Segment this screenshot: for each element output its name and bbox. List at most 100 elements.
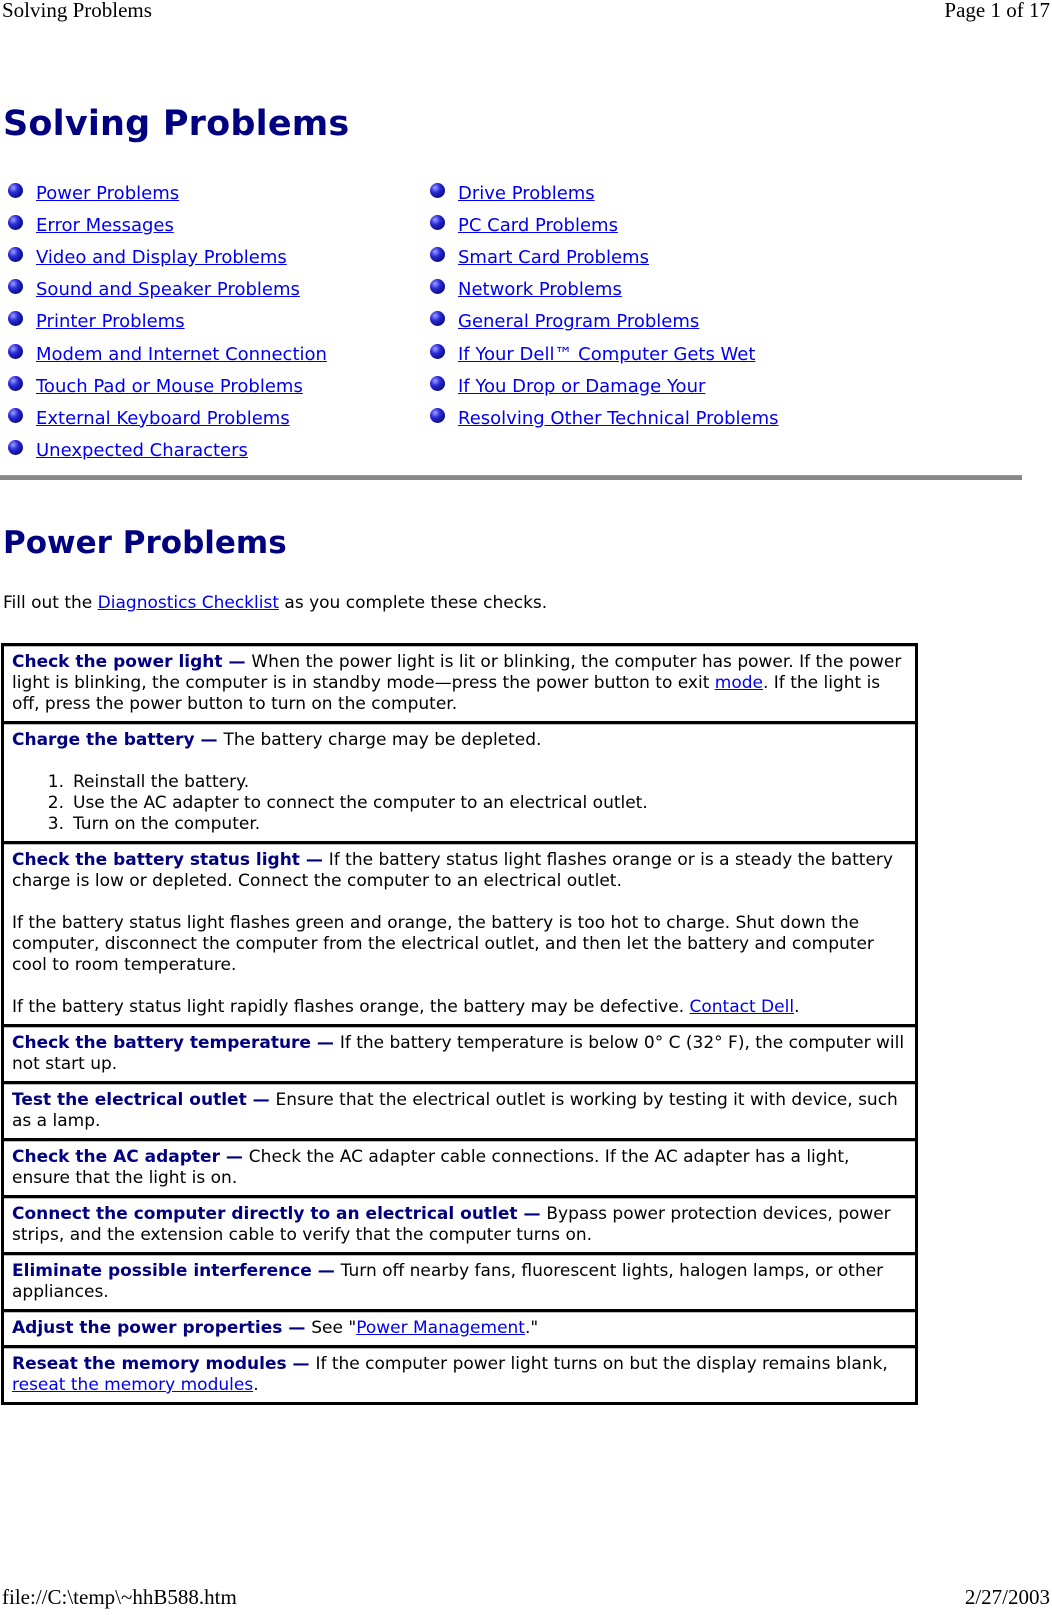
check-text: .	[253, 1375, 259, 1395]
power-checks-table: Check the power light — When the power l…	[1, 643, 918, 1405]
check-text: If the battery status light rapidly flas…	[12, 997, 690, 1017]
check-text: If the computer power light turns on but…	[315, 1354, 888, 1374]
reseat-memory-link[interactable]: reseat the memory modules	[12, 1375, 253, 1395]
check-term: Reseat the memory modules —	[12, 1354, 316, 1374]
toc-right-column: Drive Problems PC Card Problems Smart Ca…	[430, 177, 779, 435]
table-row: Check the AC adapter — Check the AC adap…	[4, 1138, 915, 1195]
toc-link-modem-internet[interactable]: Modem and Internet Connection	[36, 344, 327, 365]
toc-item: Network Problems	[430, 274, 779, 306]
step-number: 2.	[47, 793, 64, 813]
bullet-icon	[8, 440, 23, 456]
check-term: Check the power light —	[12, 652, 252, 672]
toc-item: Modem and Internet Connection	[8, 338, 327, 370]
check-term: Connect the computer directly to an elec…	[12, 1204, 547, 1224]
table-row: Connect the computer directly to an elec…	[4, 1195, 915, 1252]
toc-link-sound-speaker[interactable]: Sound and Speaker Problems	[36, 279, 300, 300]
section-intro: Fill out the Diagnostics Checklist as yo…	[3, 593, 547, 613]
bullet-icon	[430, 375, 445, 391]
table-row: Eliminate possible interference — Turn o…	[4, 1252, 915, 1309]
step-number: 3.	[47, 814, 64, 834]
mode-link[interactable]: mode	[715, 673, 763, 693]
toc-item: Power Problems	[8, 177, 327, 209]
toc-link-smart-card[interactable]: Smart Card Problems	[458, 247, 649, 268]
check-term: Check the battery status light —	[12, 850, 329, 870]
check-text: .	[794, 997, 800, 1017]
page-count: Page 1 of 17	[944, 0, 1050, 22]
table-row: Check the power light — When the power l…	[4, 646, 915, 721]
intro-text: Fill out the	[3, 593, 98, 613]
toc-link-error-messages[interactable]: Error Messages	[36, 215, 174, 236]
toc-item: Sound and Speaker Problems	[8, 274, 327, 306]
paragraph: If the battery status light rapidly flas…	[12, 997, 908, 1018]
table-row: Adjust the power properties — See "Power…	[4, 1309, 915, 1345]
print-header-title: Solving Problems	[2, 0, 152, 22]
toc-item: External Keyboard Problems	[8, 402, 327, 434]
intro-text: as you complete these checks.	[279, 593, 548, 613]
toc-link-printer[interactable]: Printer Problems	[36, 311, 185, 332]
toc-item: If Your Dell™ Computer Gets Wet	[430, 338, 779, 370]
check-memory-modules: Reseat the memory modules — If the compu…	[4, 1345, 915, 1402]
contact-dell-link[interactable]: Contact Dell	[690, 997, 795, 1017]
check-power-properties: Adjust the power properties — See "Power…	[4, 1309, 915, 1345]
toc-item: If You Drop or Damage Your	[430, 370, 779, 402]
table-row: Check the battery temperature — If the b…	[4, 1024, 915, 1081]
bullet-icon	[8, 407, 23, 423]
print-header: Solving Problems Page 1 of 17	[0, 0, 1052, 23]
toc-item: Error Messages	[8, 209, 327, 241]
toc-link-external-keyboard[interactable]: External Keyboard Problems	[36, 408, 290, 429]
bullet-icon	[430, 182, 445, 198]
toc-link-drop-damage[interactable]: If You Drop or Damage Your	[458, 376, 705, 397]
step-text: Turn on the computer.	[73, 814, 261, 834]
toc-link-general-program[interactable]: General Program Problems	[458, 311, 699, 332]
step-text: Reinstall the battery.	[73, 772, 250, 792]
toc-item: Drive Problems	[430, 177, 779, 209]
check-term: Check the AC adapter —	[12, 1147, 249, 1167]
toc-left-column: Power Problems Error Messages Video and …	[8, 177, 327, 467]
step-text: Use the AC adapter to connect the comput…	[73, 793, 648, 813]
toc-item: Touch Pad or Mouse Problems	[8, 370, 327, 402]
check-battery-status-light: Check the battery status light — If the …	[4, 841, 915, 1024]
table-row: Test the electrical outlet — Ensure that…	[4, 1081, 915, 1138]
bullet-icon	[8, 246, 23, 262]
check-term: Eliminate possible interference —	[12, 1261, 341, 1281]
bullet-icon	[430, 311, 445, 327]
table-row: Check the battery status light — If the …	[4, 841, 915, 1024]
toc-link-other-technical[interactable]: Resolving Other Technical Problems	[458, 408, 779, 429]
toc-link-video-display[interactable]: Video and Display Problems	[36, 247, 287, 268]
bullet-icon	[8, 214, 23, 230]
check-text: See "	[311, 1318, 357, 1338]
toc-link-network[interactable]: Network Problems	[458, 279, 622, 300]
table-row: Reseat the memory modules — If the compu…	[4, 1345, 915, 1402]
paragraph: Check the battery status light — If the …	[12, 850, 908, 892]
toc-link-touchpad-mouse[interactable]: Touch Pad or Mouse Problems	[36, 376, 303, 397]
bullet-icon	[430, 279, 445, 295]
print-footer: file://C:\temp\~hhB588.htm 2/27/2003	[0, 1585, 1052, 1610]
toc-link-pc-card[interactable]: PC Card Problems	[458, 215, 618, 236]
toc-item: Resolving Other Technical Problems	[430, 402, 779, 434]
horizontal-rule	[0, 475, 1022, 480]
toc-link-drive[interactable]: Drive Problems	[458, 183, 595, 204]
bullet-icon	[8, 343, 23, 359]
toc-link-computer-wet[interactable]: If Your Dell™ Computer Gets Wet	[458, 344, 755, 365]
bullet-icon	[430, 214, 445, 230]
list-item: 2. Use the AC adapter to connect the comp…	[12, 793, 908, 814]
bullet-icon	[8, 375, 23, 391]
bullet-icon	[430, 343, 445, 359]
page-title: Solving Problems	[3, 104, 350, 144]
step-number: 1.	[47, 772, 64, 792]
diagnostics-checklist-link[interactable]: Diagnostics Checklist	[98, 593, 279, 613]
list-item: 3. Turn on the computer.	[12, 814, 908, 835]
bullet-icon	[8, 311, 23, 327]
steps-list: 1. Reinstall the battery. 2. Use the AC ad…	[12, 772, 908, 835]
check-term: Adjust the power properties —	[12, 1318, 312, 1338]
check-ac-adapter: Check the AC adapter — Check the AC adap…	[4, 1138, 915, 1195]
toc-item: General Program Problems	[430, 306, 779, 338]
list-item: 1. Reinstall the battery.	[12, 772, 908, 793]
check-term: Charge the battery —	[12, 730, 224, 750]
check-interference: Eliminate possible interference — Turn o…	[4, 1252, 915, 1309]
check-text: The battery charge may be depleted.	[223, 730, 542, 750]
check-charge-battery: Charge the battery — The battery charge …	[4, 721, 915, 841]
toc-link-unexpected-characters[interactable]: Unexpected Characters	[36, 440, 248, 461]
toc-link-power-problems[interactable]: Power Problems	[36, 183, 179, 204]
power-management-link[interactable]: Power Management	[356, 1318, 525, 1338]
